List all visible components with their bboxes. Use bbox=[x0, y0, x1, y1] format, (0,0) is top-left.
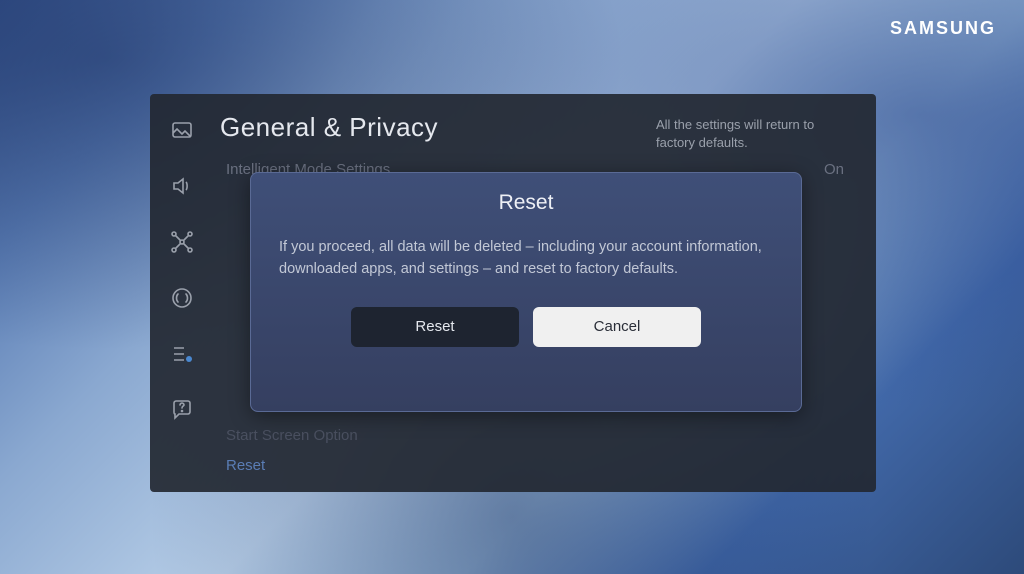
list-item-reset[interactable]: Reset bbox=[226, 457, 265, 474]
list-item-value: On bbox=[824, 161, 844, 178]
connection-icon[interactable] bbox=[166, 226, 198, 258]
dialog-title: Reset bbox=[279, 191, 773, 215]
reset-dialog: Reset If you proceed, all data will be d… bbox=[250, 172, 802, 412]
page-title: General & Privacy bbox=[220, 112, 438, 143]
general-icon[interactable] bbox=[166, 338, 198, 370]
settings-panel: General & Privacy All the settings will … bbox=[150, 94, 876, 492]
reset-button[interactable]: Reset bbox=[351, 307, 519, 347]
sidebar bbox=[150, 94, 214, 492]
list-item-start: Start Screen Option bbox=[226, 427, 358, 444]
picture-icon[interactable] bbox=[166, 114, 198, 146]
page-description: All the settings will return to factory … bbox=[656, 112, 856, 151]
support-icon[interactable] bbox=[166, 394, 198, 426]
dialog-body: If you proceed, all data will be deleted… bbox=[279, 237, 773, 281]
cancel-button[interactable]: Cancel bbox=[533, 307, 701, 347]
broadcasting-icon[interactable] bbox=[166, 282, 198, 314]
main-content: General & Privacy All the settings will … bbox=[214, 94, 876, 492]
dialog-buttons: Reset Cancel bbox=[279, 307, 773, 347]
sound-icon[interactable] bbox=[166, 170, 198, 202]
brand-logo: SAMSUNG bbox=[890, 18, 996, 39]
